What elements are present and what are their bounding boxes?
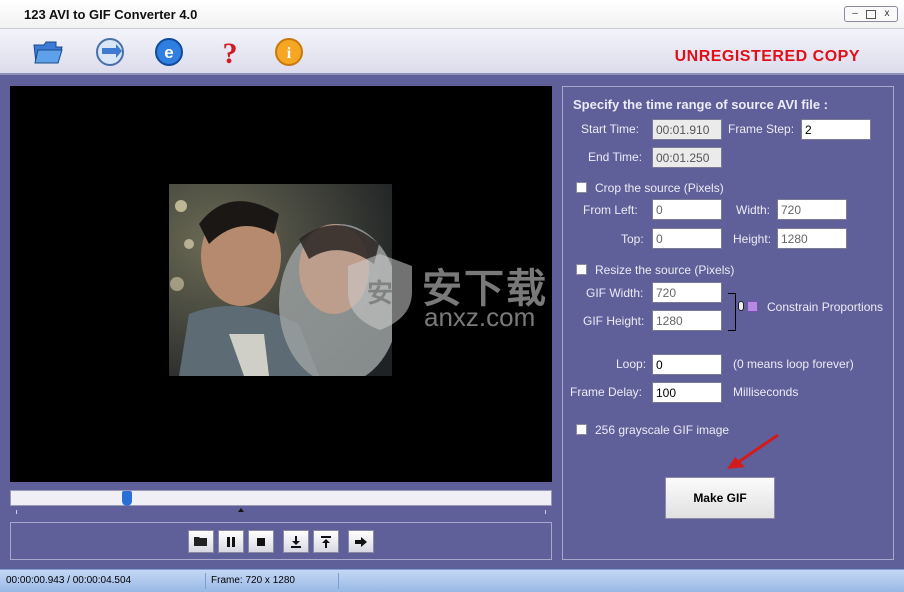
frame-delay-label: Frame Delay:	[570, 385, 643, 399]
time-range-header: Specify the time range of source AVI fil…	[573, 97, 829, 112]
frame-step-label: Frame Step:	[728, 122, 795, 136]
gif-height-label: GIF Height:	[583, 314, 645, 328]
resize-checkbox[interactable]	[576, 264, 587, 275]
seek-ticks	[10, 508, 552, 516]
seek-tick	[545, 510, 546, 514]
svg-text:e: e	[164, 43, 173, 62]
gif-width-field[interactable]	[652, 282, 722, 303]
constrain-label: Constrain Proportions	[767, 300, 884, 314]
gif-height-field[interactable]	[652, 310, 722, 331]
info-icon[interactable]: i	[272, 35, 306, 69]
from-left-field[interactable]	[652, 199, 722, 220]
set-end-icon	[321, 535, 331, 548]
red-arrow-icon	[727, 433, 779, 469]
seek-marker	[238, 508, 244, 512]
unregistered-label: UNREGISTERED COPY	[674, 48, 860, 65]
set-start-icon	[291, 535, 301, 548]
start-time-field[interactable]	[652, 119, 722, 140]
status-time: 00:00:00.943 / 00:00:04.504	[6, 575, 132, 586]
close-button[interactable]: x	[880, 8, 894, 20]
watermark-subtext: anxz.com	[424, 302, 536, 332]
open-folder-icon[interactable]	[31, 35, 65, 69]
end-time-field[interactable]	[652, 147, 722, 168]
proportion-bracket	[728, 293, 736, 331]
convert-icon[interactable]	[93, 35, 127, 69]
stop-icon	[257, 537, 265, 546]
seek-bar[interactable]	[10, 490, 552, 506]
svg-text:?: ?	[223, 37, 238, 68]
grayscale-checkbox[interactable]	[576, 424, 587, 435]
width-field[interactable]	[777, 199, 847, 220]
loop-label: Loop:	[616, 357, 647, 371]
constrain-checkbox[interactable]	[747, 301, 758, 312]
frame-delay-field[interactable]	[652, 382, 722, 403]
frame-step-field[interactable]	[801, 119, 871, 140]
loop-field[interactable]	[652, 354, 722, 375]
crop-checkbox[interactable]	[576, 182, 587, 193]
status-separator	[205, 573, 206, 589]
toolbar: e ? i UNREGISTERED COPY	[0, 29, 904, 75]
resize-label: Resize the source (Pixels)	[595, 263, 735, 277]
window-title: 123 AVI to GIF Converter 4.0	[24, 7, 198, 22]
minimize-button[interactable]: –	[848, 8, 862, 20]
help-icon[interactable]: ?	[213, 35, 247, 69]
from-left-label: From Left:	[583, 203, 638, 217]
svg-text:i: i	[287, 45, 292, 62]
start-time-label: Start Time:	[581, 122, 640, 136]
height-field[interactable]	[777, 228, 847, 249]
pause-button[interactable]	[218, 530, 244, 553]
watermark-shield-icon: 安	[348, 254, 412, 330]
seek-thumb[interactable]	[122, 491, 132, 506]
make-gif-button[interactable]: Make GIF	[665, 477, 775, 519]
set-end-button[interactable]	[313, 530, 339, 553]
next-icon	[355, 536, 367, 547]
grayscale-label: 256 grayscale GIF image	[595, 423, 730, 437]
height-label: Height:	[733, 232, 772, 246]
open-file-icon	[194, 537, 207, 546]
pause-icon	[227, 536, 235, 547]
window-controls: – x	[844, 6, 898, 22]
end-time-label: End Time:	[588, 150, 643, 164]
seek-tick	[16, 510, 17, 514]
next-button[interactable]	[348, 530, 374, 553]
crop-label: Crop the source (Pixels)	[595, 181, 724, 195]
link-icon	[738, 301, 744, 311]
playback-controls	[10, 522, 552, 560]
title-bar: 123 AVI to GIF Converter 4.0 – x	[0, 0, 904, 29]
top-label: Top:	[621, 232, 644, 246]
open-file-button[interactable]	[188, 530, 214, 553]
status-bar: 00:00:00.943 / 00:00:04.504 Frame: 720 x…	[0, 569, 904, 592]
watermark: 安 安下载 anxz.com	[344, 252, 574, 332]
settings-panel: Specify the time range of source AVI fil…	[562, 86, 894, 560]
video-preview: 安 安下载 anxz.com	[10, 86, 552, 482]
width-label: Width:	[736, 203, 771, 217]
frame-delay-unit: Milliseconds	[733, 385, 799, 399]
web-icon[interactable]: e	[152, 35, 186, 69]
status-separator	[338, 573, 339, 589]
svg-text:安: 安	[367, 279, 393, 309]
loop-note: (0 means loop forever)	[733, 357, 854, 371]
status-frame: Frame: 720 x 1280	[211, 575, 295, 586]
set-start-button[interactable]	[283, 530, 309, 553]
top-field[interactable]	[652, 228, 722, 249]
stop-button[interactable]	[248, 530, 274, 553]
gif-width-label: GIF Width:	[586, 286, 644, 300]
maximize-button[interactable]	[866, 10, 876, 19]
